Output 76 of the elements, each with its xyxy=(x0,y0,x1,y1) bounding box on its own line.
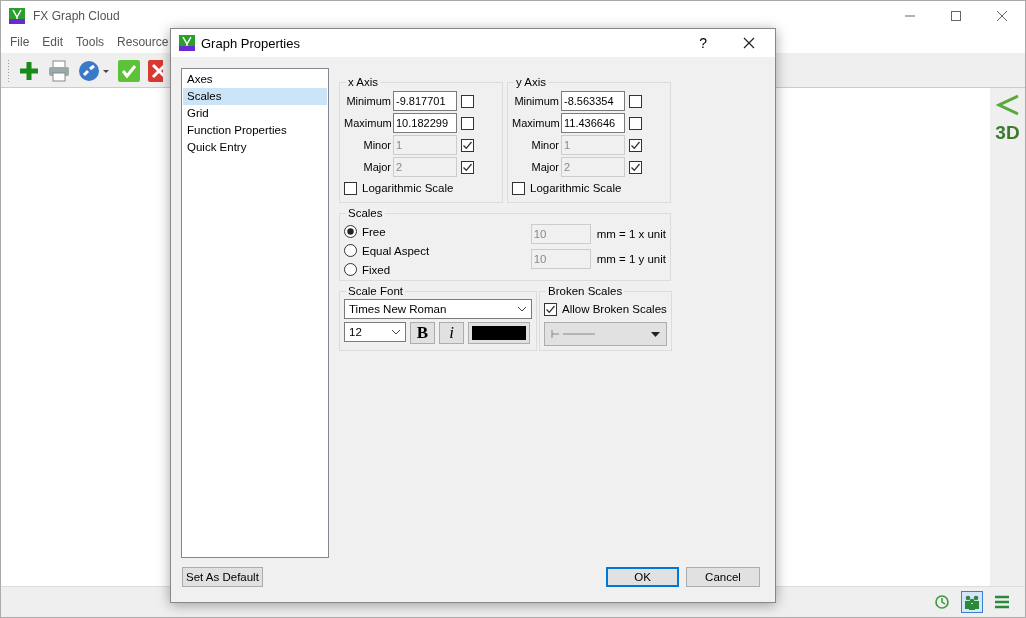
group-title: Scales xyxy=(347,207,384,220)
dropdown-value: Times New Roman xyxy=(349,303,447,316)
checkbox[interactable] xyxy=(544,302,557,316)
font-dropdown[interactable]: Times New Roman xyxy=(344,299,532,320)
field-label: Maximum xyxy=(512,117,559,130)
menu-icon xyxy=(993,593,1011,611)
category-item[interactable]: Function Properties xyxy=(183,122,327,140)
history-icon xyxy=(933,593,951,611)
group-title: Broken Scales xyxy=(547,285,624,298)
status-button[interactable] xyxy=(961,591,983,613)
field-label: Minimum xyxy=(513,95,559,108)
checkbox[interactable] xyxy=(461,116,474,130)
category-item[interactable]: Axes xyxy=(183,71,327,89)
bold-button[interactable]: B xyxy=(410,322,435,345)
link-icon[interactable] xyxy=(78,59,110,82)
cancel-icon[interactable] xyxy=(148,59,163,82)
checkbox-label: Logarithmic Scale xyxy=(362,182,454,195)
set-default-button[interactable]: Set As Default xyxy=(182,567,263,588)
app-logo-icon xyxy=(9,8,25,24)
printer-icon[interactable] xyxy=(48,59,70,82)
app-logo-icon xyxy=(179,35,195,52)
dropdown-value: 12 xyxy=(349,326,362,339)
radio-button[interactable] xyxy=(344,225,357,239)
toolbar-grip-icon xyxy=(7,58,10,83)
chevron-down-icon xyxy=(391,329,401,336)
menu-item[interactable]: Resource xyxy=(117,35,169,49)
unit-label: mm = 1 y unit xyxy=(596,253,666,266)
unit-label: mm = 1 x unit xyxy=(596,228,666,241)
chevron-down-icon xyxy=(517,306,527,313)
window-title: FX Graph Cloud xyxy=(33,9,120,23)
field-label: Minor xyxy=(362,139,391,152)
radio-button[interactable] xyxy=(344,263,357,277)
category-item[interactable]: Scales xyxy=(183,88,327,106)
checkbox[interactable] xyxy=(344,181,357,195)
menu-item[interactable]: Edit xyxy=(42,35,64,49)
check-icon[interactable] xyxy=(118,59,140,82)
number-field[interactable]: -9.817701 xyxy=(393,91,457,112)
field-label: Minor xyxy=(530,139,559,152)
checkbox-label: Logarithmic Scale xyxy=(530,182,622,195)
field-label: Major xyxy=(530,161,559,174)
dropdown-arrow-icon xyxy=(650,331,660,337)
group-title: y Axis xyxy=(515,76,548,89)
checkbox-label: Allow Broken Scales xyxy=(562,303,667,316)
cancel-button[interactable]: Cancel xyxy=(686,567,760,588)
menu-item[interactable]: Tools xyxy=(76,35,105,49)
close-icon[interactable] xyxy=(743,37,755,50)
checkbox[interactable] xyxy=(629,116,642,130)
radio-label: Equal Aspect xyxy=(362,244,430,257)
people-icon xyxy=(963,593,981,611)
number-field[interactable]: 11.436646 xyxy=(561,113,625,134)
field-label: Maximum xyxy=(344,117,391,130)
group-title: Scale Font xyxy=(347,285,404,298)
checkbox[interactable] xyxy=(461,94,474,108)
radio-label: Free xyxy=(362,225,386,238)
line-style-icon xyxy=(551,330,595,339)
group-title: x Axis xyxy=(347,76,380,89)
plus-icon[interactable] xyxy=(18,59,40,82)
italic-button[interactable]: i xyxy=(439,322,464,345)
number-field[interactable]: 10.182299 xyxy=(393,113,457,134)
category-item[interactable]: Grid xyxy=(183,105,327,123)
checkbox[interactable] xyxy=(512,181,525,195)
radio-button[interactable] xyxy=(344,244,357,258)
chevron-left-icon[interactable] xyxy=(995,94,1020,116)
size-dropdown[interactable]: 12 xyxy=(344,322,406,343)
radio-label: Fixed xyxy=(362,263,391,276)
field-label: Minimum xyxy=(345,95,391,108)
help-button[interactable]: ? xyxy=(699,35,707,52)
checkbox[interactable] xyxy=(629,94,642,108)
category-item[interactable]: Quick Entry xyxy=(183,139,327,157)
maximize-icon[interactable] xyxy=(950,10,962,22)
3d-toggle[interactable]: 3D xyxy=(995,122,1020,144)
dialog-title: Graph Properties xyxy=(201,35,300,51)
field-label: Major xyxy=(362,161,391,174)
number-field[interactable]: -8.563354 xyxy=(561,91,625,112)
menu-item[interactable]: File xyxy=(10,35,30,49)
ok-button[interactable]: OK xyxy=(606,567,679,588)
